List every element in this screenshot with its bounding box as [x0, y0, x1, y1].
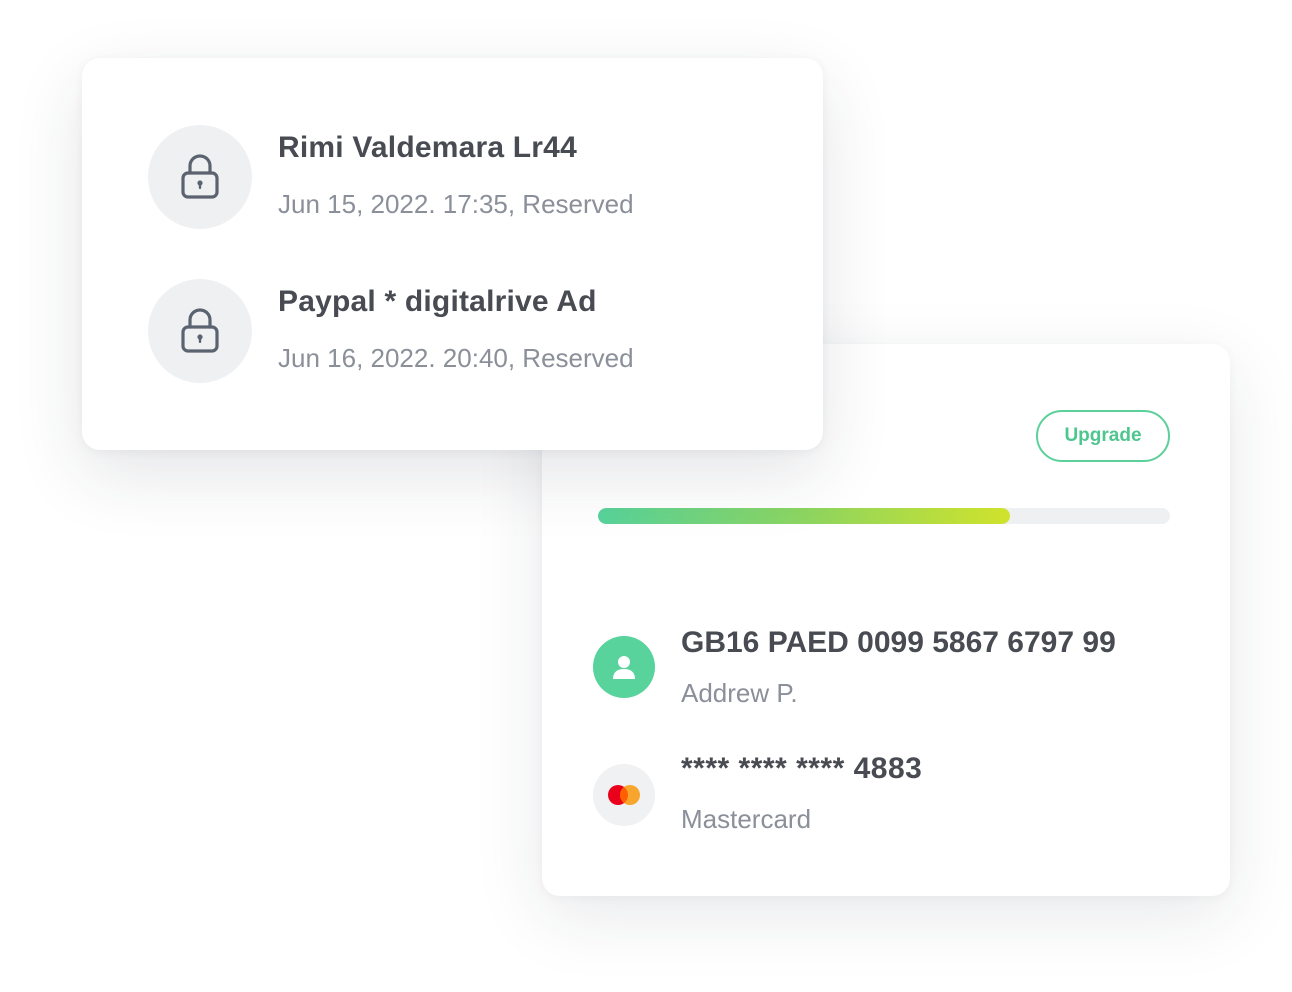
- card-brand-label: Mastercard: [681, 804, 812, 834]
- transaction-merchant: Paypal * digitalrive Ad: [278, 285, 597, 318]
- transactions-card: Rimi Valdemara Lr44 Jun 15, 2022. 17:35,…: [82, 58, 823, 450]
- iban-number: GB16 PAED 0099 5867 6797 99: [681, 626, 1116, 659]
- transaction-merchant: Rimi Valdemara Lr44: [278, 131, 577, 164]
- usage-progress-bar: [598, 508, 1170, 524]
- transaction-details: Jun 15, 2022. 17:35, Reserved: [278, 189, 634, 219]
- mastercard-icon: [593, 764, 655, 826]
- transaction-details: Jun 16, 2022. 20:40, Reserved: [278, 343, 634, 373]
- usage-progress-fill: [598, 508, 1010, 524]
- transaction-item[interactable]: Paypal * digitalrive Ad Jun 16, 2022. 20…: [148, 279, 788, 383]
- account-holder-name: Addrew P.: [681, 678, 798, 708]
- upgrade-button[interactable]: Upgrade: [1036, 410, 1170, 462]
- card-row[interactable]: **** **** **** 4883 Mastercard: [593, 752, 1193, 842]
- bank-account-row[interactable]: GB16 PAED 0099 5867 6797 99 Addrew P.: [593, 626, 1193, 716]
- lock-icon: [148, 279, 252, 383]
- transaction-item[interactable]: Rimi Valdemara Lr44 Jun 15, 2022. 17:35,…: [148, 125, 788, 229]
- masked-card-number: **** **** **** 4883: [681, 752, 923, 785]
- user-icon: [593, 636, 655, 698]
- lock-icon: [148, 125, 252, 229]
